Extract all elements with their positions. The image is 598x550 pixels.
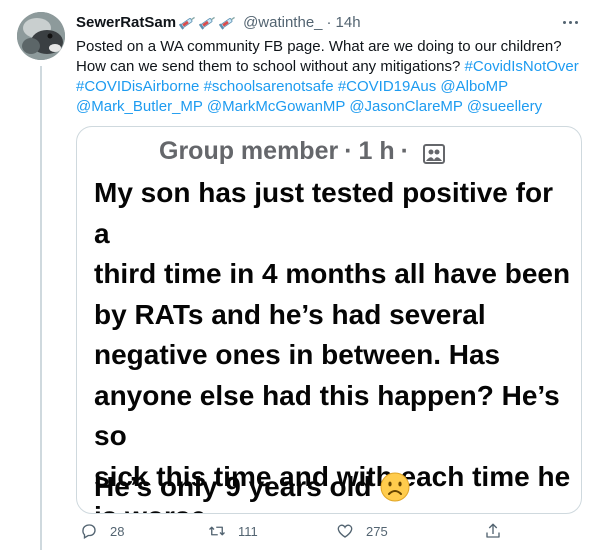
hashtag-link[interactable]: #COVID19Aus — [338, 78, 436, 95]
hashtag-link[interactable]: #CovidIsNotOver — [465, 58, 579, 75]
mention-link[interactable]: @MarkMcGowanMP — [207, 98, 345, 115]
retweet-icon — [209, 526, 225, 536]
reply-button[interactable]: 28 — [80, 522, 124, 540]
separator-dot: · — [344, 137, 353, 165]
fb-post-line: anyone else had this happen? He’s so — [94, 379, 560, 452]
mention-link[interactable]: @sueellery — [467, 98, 542, 115]
hashtag-link[interactable]: #COVIDisAirborne — [76, 78, 199, 95]
share-icon — [486, 523, 500, 538]
mention-link[interactable]: @Mark_Butler_MP — [76, 98, 203, 115]
reply-icon — [82, 524, 96, 539]
mention-link[interactable]: @AlboMP — [440, 78, 507, 95]
more-icon[interactable] — [558, 12, 582, 32]
frowning-face-emoji-icon — [380, 472, 410, 502]
tweet-header: SewerRatSam @watinthe_ · 14h — [76, 12, 361, 32]
like-icon — [337, 524, 353, 538]
author-name[interactable]: SewerRatSam — [76, 14, 176, 31]
fb-post-line: My son has just tested positive for a — [94, 177, 553, 249]
like-count: 275 — [366, 523, 388, 539]
author-handle[interactable]: @watinthe_ — [243, 14, 322, 31]
avatar[interactable] — [17, 12, 65, 60]
retweet-button[interactable]: 111 — [208, 522, 258, 540]
fb-post-author: Group member — [159, 137, 339, 165]
timestamp[interactable]: 14h — [336, 14, 361, 31]
fb-post-last-line: He’s only 9 years old — [94, 471, 410, 503]
fb-post-header: Group member · 1 h · — [159, 137, 445, 166]
fb-post-age: 1 h — [358, 137, 395, 165]
share-button[interactable] — [484, 522, 502, 540]
fb-post-line: by RATs and he’s had several — [94, 298, 486, 330]
group-icon — [422, 142, 445, 164]
fb-post-line: negative ones in between. Has — [94, 339, 501, 370]
tweet-text: Posted on a WA community FB page. What a… — [76, 37, 586, 117]
fb-post-body: My son has just tested positive for a th… — [94, 173, 574, 513]
reply-count: 28 — [110, 523, 125, 539]
media-image[interactable]: Group member · 1 h · My son has just tes… — [76, 126, 582, 514]
syringe-emoji-icon — [179, 14, 239, 30]
separator-dot: · — [326, 13, 332, 31]
mention-link[interactable]: @JasonClareMP — [349, 98, 462, 115]
fb-post-line: third time in 4 months all have been — [94, 258, 571, 289]
like-button[interactable]: 275 — [336, 522, 388, 540]
separator-dot: · — [400, 137, 409, 165]
retweet-count: 111 — [238, 523, 258, 539]
hashtag-link[interactable]: #schoolsarenotsafe — [204, 78, 334, 95]
fb-post-line: He’s only 9 years old — [94, 471, 372, 502]
tweet-actions: 28 111 275 — [76, 520, 586, 542]
thread-line — [40, 66, 42, 550]
